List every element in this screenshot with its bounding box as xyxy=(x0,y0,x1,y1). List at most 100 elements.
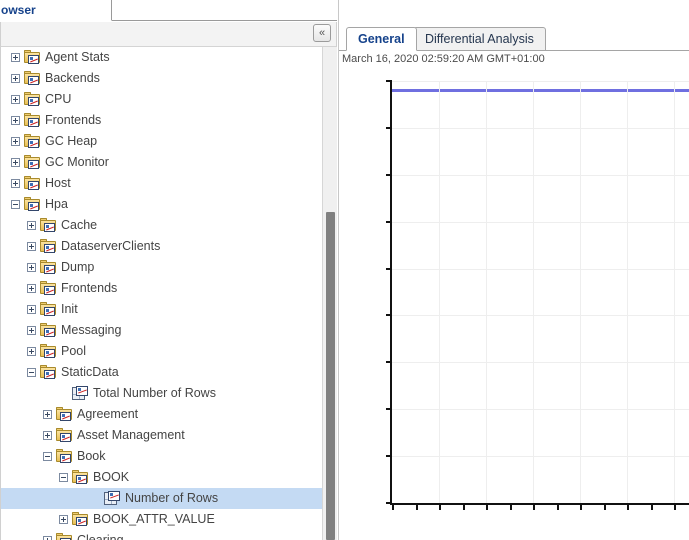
tree-item-label: Book xyxy=(77,449,106,463)
tree-item-frontends[interactable]: Frontends xyxy=(1,110,331,131)
tab-differential-analysis[interactable]: Differential Analysis xyxy=(413,27,546,51)
tree-item-label: BOOK xyxy=(93,470,130,484)
folder-chart-icon xyxy=(40,260,57,275)
tree-item-book-attr-value[interactable]: BOOK_ATTR_VALUE xyxy=(1,509,331,530)
tree-item-dataserverclients[interactable]: DataserverClients xyxy=(1,236,331,257)
tree-item-pool[interactable]: Pool xyxy=(1,341,331,362)
folder-chart-icon xyxy=(40,344,57,359)
y-gridline xyxy=(392,456,689,458)
folder-chart-icon xyxy=(40,323,57,338)
tree-item-label: Agreement xyxy=(77,407,139,421)
expand-icon[interactable] xyxy=(27,347,36,356)
tab-browser-label: owser xyxy=(1,3,36,17)
tree-item-clearing[interactable]: Clearing xyxy=(1,530,331,540)
x-tick-mark xyxy=(462,503,465,510)
expand-icon[interactable] xyxy=(11,95,20,104)
collapse-icon[interactable] xyxy=(27,368,36,377)
expand-icon[interactable] xyxy=(43,536,52,540)
tab-general[interactable]: General xyxy=(346,27,417,51)
expand-icon[interactable] xyxy=(27,284,36,293)
expand-icon[interactable] xyxy=(27,242,36,251)
expand-icon[interactable] xyxy=(11,137,20,146)
tree-item-asset-management[interactable]: Asset Management xyxy=(1,425,331,446)
collapse-icon[interactable] xyxy=(43,452,52,461)
folder-chart-icon xyxy=(72,512,89,527)
tree-item-agent-stats[interactable]: Agent Stats xyxy=(1,47,331,68)
expand-icon[interactable] xyxy=(11,53,20,62)
expand-icon[interactable] xyxy=(43,410,52,419)
tree-scroll-area[interactable]: Agent Stats Backends CPU Frontends GC Heap GC… xyxy=(0,47,337,540)
folder-chart-icon xyxy=(24,113,41,128)
tree-item-label: CPU xyxy=(45,92,72,106)
expand-icon[interactable] xyxy=(27,326,36,335)
tree-item-backends[interactable]: Backends xyxy=(1,68,331,89)
metric-chart-icon xyxy=(104,491,121,506)
chevron-double-left-icon: « xyxy=(318,26,326,39)
tree-scrollbar-thumb[interactable] xyxy=(326,212,335,540)
application-window: owser « Agent Stats Backends CPU Frontends G… xyxy=(0,0,689,540)
x-tick-mark xyxy=(392,503,394,510)
tab-general-label: General xyxy=(358,32,405,46)
tree-item-label: DataserverClients xyxy=(61,239,161,253)
collapse-icon[interactable] xyxy=(59,473,68,482)
chart-timestamp: March 16, 2020 02:59:20 AM GMT+01:00 xyxy=(342,53,545,65)
tree-item-label: Frontends xyxy=(61,281,118,295)
y-gridline xyxy=(392,315,689,317)
folder-chart-icon xyxy=(24,197,41,212)
x-gridline xyxy=(533,81,534,503)
tree-item-label: Dump xyxy=(61,260,95,274)
folder-chart-icon xyxy=(40,218,57,233)
expand-icon[interactable] xyxy=(27,221,36,230)
tree-vertical-scrollbar[interactable] xyxy=(322,47,337,540)
tree-item-staticdata[interactable]: StaticData xyxy=(1,362,331,383)
y-tick-mark xyxy=(386,408,392,411)
folder-chart-icon xyxy=(40,365,57,380)
folder-chart-icon xyxy=(56,533,73,540)
folder-chart-icon xyxy=(24,155,41,170)
tree-item-cache[interactable]: Cache xyxy=(1,215,331,236)
tree-item-gc-heap[interactable]: GC Heap xyxy=(1,131,331,152)
x-gridline xyxy=(439,81,440,503)
y-gridline xyxy=(392,221,689,223)
tree-item-cpu[interactable]: CPU xyxy=(1,89,331,110)
collapse-icon[interactable] xyxy=(11,200,20,209)
tree-item-book[interactable]: BOOK xyxy=(1,467,331,488)
collapse-panel-button[interactable]: « xyxy=(313,24,331,42)
x-tick-mark xyxy=(556,503,559,510)
tree-item-frontends[interactable]: Frontends xyxy=(1,278,331,299)
tree-item-label: Host xyxy=(45,176,71,190)
tree-item-init[interactable]: Init xyxy=(1,299,331,320)
expand-icon[interactable] xyxy=(27,263,36,272)
tree-item-book[interactable]: Book xyxy=(1,446,331,467)
expand-icon[interactable] xyxy=(11,179,20,188)
tree-item-gc-monitor[interactable]: GC Monitor xyxy=(1,152,331,173)
y-tick-mark xyxy=(386,80,392,82)
expand-icon[interactable] xyxy=(27,305,36,314)
tree-item-total-number-of-rows[interactable]: Total Number of Rows xyxy=(1,383,331,404)
tree-item-label: Agent Stats xyxy=(45,50,110,64)
expand-icon[interactable] xyxy=(11,116,20,125)
folder-chart-icon xyxy=(56,407,73,422)
y-tick-mark xyxy=(386,361,392,364)
x-tick-mark xyxy=(603,503,606,510)
x-tick-mark xyxy=(533,503,535,510)
x-gridline xyxy=(674,81,675,503)
y-tick-mark xyxy=(386,173,392,176)
y-gridline xyxy=(392,268,689,270)
expand-icon[interactable] xyxy=(43,431,52,440)
tree-item-dump[interactable]: Dump xyxy=(1,257,331,278)
tree-item-number-of-rows[interactable]: Number of Rows xyxy=(1,488,331,509)
expand-icon[interactable] xyxy=(11,158,20,167)
tab-browser[interactable]: owser xyxy=(0,0,112,21)
folder-chart-icon xyxy=(72,470,89,485)
y-tick-mark xyxy=(386,267,392,270)
tree-item-messaging[interactable]: Messaging xyxy=(1,320,331,341)
expand-icon[interactable] xyxy=(11,74,20,83)
tree-item-hpa[interactable]: Hpa xyxy=(1,194,331,215)
tree-item-label: StaticData xyxy=(61,365,119,379)
tree-item-label: Hpa xyxy=(45,197,68,211)
tree-item-agreement[interactable]: Agreement xyxy=(1,404,331,425)
chart-canvas[interactable]: Mon 16 9080706050403020100 xyxy=(339,70,689,540)
expand-icon[interactable] xyxy=(59,515,68,524)
tree-item-host[interactable]: Host xyxy=(1,173,331,194)
